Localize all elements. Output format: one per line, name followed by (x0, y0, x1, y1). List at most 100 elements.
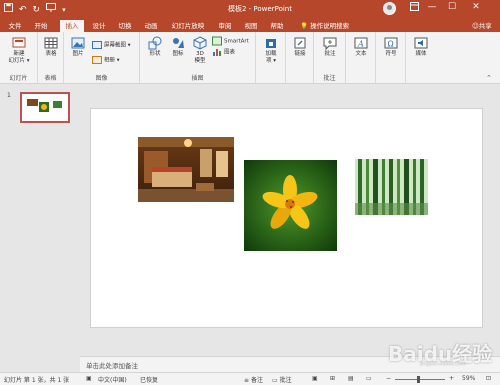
tab-transitions[interactable]: 切换 (114, 20, 136, 32)
share-button[interactable]: ☺共享 (472, 20, 492, 32)
redo-icon[interactable]: ↻ (33, 4, 41, 16)
notes-toggle-button[interactable]: ≡ 备注 (244, 375, 263, 384)
picture-icon (71, 37, 85, 49)
zoom-out-button[interactable]: − (386, 375, 391, 382)
omega-icon: Ω (384, 37, 398, 49)
customize-icon[interactable]: ▾ (62, 4, 66, 16)
svg-text:A: A (357, 40, 364, 49)
ribbon-tabs: 文件 开始 插入 设计 切换 动画 幻灯片放映 审阅 视图 帮助 💡 操作说明搜… (0, 18, 500, 32)
minimize-icon[interactable]: — (425, 2, 439, 12)
baidu-watermark-url: jingyan.baidu.com (420, 361, 467, 367)
group-links: 链接 (286, 32, 314, 84)
spellcheck-icon[interactable]: ▣ (86, 375, 92, 382)
tab-file[interactable]: 文件 (4, 20, 26, 32)
group-media: 媒体 (406, 32, 436, 84)
comment-icon (323, 37, 337, 50)
fit-slide-icon[interactable]: ⊡ (486, 375, 491, 382)
normal-view-icon[interactable]: ▣ (312, 375, 318, 382)
avatar[interactable] (383, 2, 396, 15)
group-label-tables: 表格 (44, 75, 57, 82)
shapes-button[interactable]: 形状 (144, 36, 166, 58)
tab-review[interactable]: 审阅 (214, 20, 236, 32)
tab-slideshow[interactable]: 幻灯片放映 (168, 20, 208, 32)
slide-sorter-icon[interactable]: ⊞ (330, 375, 335, 382)
tell-me-search[interactable]: 💡 操作说明搜索 (300, 20, 349, 32)
group-addins: 加载 项 ▾ (256, 32, 286, 84)
zoom-level[interactable]: 59% (462, 375, 475, 382)
restore-ribbon-icon[interactable] (407, 2, 421, 14)
title-bar: ↶ ↻ ▾ 模板2 - PowerPoint — ☐ ✕ (0, 0, 500, 18)
smartart-button[interactable]: SmartArt (212, 36, 249, 47)
ribbon: 新建 幻灯片 ▾ 幻灯片 表格 表格 图片 屏幕截图 ▾ 相册 ▾ 图像 形状 … (0, 32, 500, 84)
3d-models-button[interactable]: 3D 模型 (190, 36, 210, 65)
search-label: 操作说明搜索 (310, 22, 350, 30)
maximize-icon[interactable]: ☐ (445, 2, 459, 12)
close-icon[interactable]: ✕ (469, 2, 483, 12)
reading-view-icon[interactable]: ▤ (348, 375, 354, 382)
slide-thumbnail-pane (0, 85, 80, 372)
undo-icon[interactable]: ↶ (19, 4, 27, 16)
comment-button[interactable]: 批注 (319, 36, 341, 58)
collapse-ribbon-icon[interactable]: ⌃ (486, 74, 492, 82)
thumbnail-preview (27, 99, 62, 112)
status-bar: 幻灯片 第 1 张，共 1 张 ▣ 中文(中国) 已恢复 ≡ 备注 ▭ 批注 ▣… (0, 372, 500, 385)
text-button[interactable]: A 文本 (350, 36, 372, 58)
chart-button[interactable]: 图表 (212, 47, 235, 58)
text-icon: A (354, 37, 368, 49)
photo-album-button[interactable]: 相册 ▾ (92, 55, 120, 66)
save-icon[interactable] (4, 3, 13, 16)
present-icon[interactable] (46, 3, 57, 16)
lightbulb-icon: 💡 (300, 22, 309, 30)
link-icon (294, 37, 306, 49)
chart-icon (213, 49, 221, 56)
group-images: 图片 屏幕截图 ▾ 相册 ▾ 图像 (64, 32, 140, 84)
slide-info: 幻灯片 第 1 张，共 1 张 (4, 377, 70, 384)
group-comments: 批注 批注 (314, 32, 346, 84)
quick-access-toolbar: ↶ ↻ ▾ (4, 3, 66, 16)
slide-canvas[interactable] (90, 108, 483, 328)
addins-button[interactable]: 加载 项 ▾ (260, 36, 282, 65)
album-icon (92, 56, 102, 64)
tab-animations[interactable]: 动画 (140, 20, 162, 32)
tab-view[interactable]: 视图 (240, 20, 262, 32)
symbol-button[interactable]: Ω 符号 (380, 36, 402, 58)
group-slides: 新建 幻灯片 ▾ 幻灯片 (0, 32, 38, 84)
group-symbols: Ω 符号 (376, 32, 406, 84)
slideshow-view-icon[interactable]: ▭ (366, 375, 372, 382)
group-tables: 表格 表格 (38, 32, 64, 84)
screenshot-icon (92, 41, 102, 49)
group-label-slides: 幻灯片 (9, 75, 28, 82)
tab-design[interactable]: 设计 (88, 20, 110, 32)
zoom-slider-track[interactable] (395, 379, 445, 380)
zoom-slider-thumb[interactable] (417, 376, 420, 383)
comments-toggle-button[interactable]: ▭ 批注 (272, 375, 292, 384)
person-icon: ☺ (472, 22, 479, 30)
new-slide-button[interactable]: 新建 幻灯片 ▾ (4, 36, 34, 65)
tab-home[interactable]: 开始 (30, 20, 52, 32)
group-illustrations: 形状 图标 3D 模型 SmartArt 图表 插图 (140, 32, 256, 84)
flower-picture[interactable] (244, 160, 337, 251)
language-indicator[interactable]: 中文(中国) (98, 375, 127, 384)
window-title: 模板2 - PowerPoint (228, 5, 292, 13)
slide-number: 1 (7, 92, 11, 99)
tab-insert[interactable]: 插入 (60, 20, 84, 32)
tab-help[interactable]: 帮助 (266, 20, 288, 32)
table-button[interactable]: 表格 (41, 36, 61, 58)
svg-text:Ω: Ω (388, 40, 394, 49)
icons-button[interactable]: 图标 (168, 36, 188, 58)
screenshot-button[interactable]: 屏幕截图 ▾ (92, 40, 131, 51)
link-button[interactable]: 链接 (290, 36, 310, 58)
bamboo-forest-picture[interactable] (355, 159, 428, 215)
icons-icon (173, 38, 184, 48)
slide-thumbnail[interactable] (20, 92, 70, 123)
zoom-in-button[interactable]: + (449, 375, 454, 382)
group-label-comments: 批注 (323, 75, 336, 82)
group-text: A 文本 (346, 32, 376, 84)
notes-placeholder: 单击此处添加备注 (86, 362, 138, 370)
cube-icon (193, 36, 207, 50)
pictures-button[interactable]: 图片 (68, 36, 88, 58)
table-icon (44, 37, 58, 49)
new-slide-icon (12, 37, 26, 48)
bedroom-picture[interactable] (138, 137, 234, 202)
media-button[interactable]: 媒体 (410, 36, 432, 58)
